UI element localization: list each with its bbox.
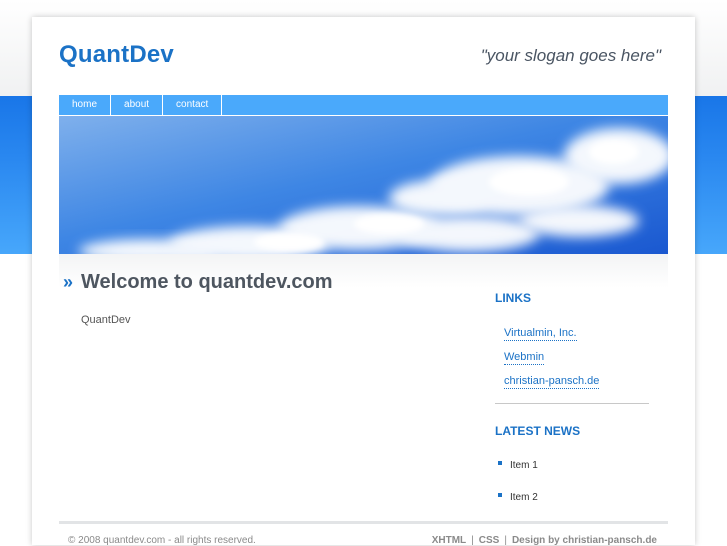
footer-copyright: © 2008 quantdev.com - all rights reserve…: [68, 535, 256, 546]
news-item-label: Item 1: [510, 460, 538, 471]
page-title-text: Welcome to quantdev.com: [81, 271, 333, 293]
links-heading: LINKS: [495, 291, 531, 305]
link-virtualmin[interactable]: Virtualmin, Inc.: [504, 327, 577, 341]
link-webmin[interactable]: Webmin: [504, 351, 545, 365]
footer-design-link[interactable]: Design by christian-pansch.de: [512, 535, 657, 546]
page-container: QuantDev "your slogan goes here" home ab…: [32, 17, 695, 546]
footer-css-link[interactable]: CSS: [479, 535, 500, 546]
bullet-icon: [498, 461, 502, 466]
footer-separator: |: [471, 535, 474, 546]
latest-news-heading: LATEST NEWS: [495, 424, 581, 438]
nav-item-contact[interactable]: contact: [163, 95, 223, 115]
hero-sky-image: [59, 116, 668, 254]
nav-item-home[interactable]: home: [59, 95, 112, 115]
sidebar-divider: [495, 403, 649, 404]
main-nav: home about contact: [59, 95, 668, 116]
link-christian-pansch[interactable]: christian-pansch.de: [504, 375, 600, 389]
news-item-label: Item 2: [510, 492, 538, 503]
page-title: » Welcome to quantdev.com: [63, 271, 333, 294]
footer-separator: |: [504, 535, 507, 546]
site-slogan: "your slogan goes here": [480, 46, 661, 65]
intro-text: QuantDev: [81, 314, 131, 326]
news-item[interactable]: Item 2: [498, 492, 538, 503]
footer-xhtml-link[interactable]: XHTML: [432, 535, 466, 546]
bullet-icon: [498, 493, 502, 498]
footer-divider: [59, 521, 668, 524]
nav-item-about[interactable]: about: [111, 95, 164, 115]
site-logo[interactable]: QuantDev: [59, 41, 174, 69]
news-item[interactable]: Item 1: [498, 460, 538, 471]
heading-marker-icon: »: [63, 272, 74, 292]
footer-links: XHTML | CSS | Design by christian-pansch.de: [432, 535, 657, 546]
